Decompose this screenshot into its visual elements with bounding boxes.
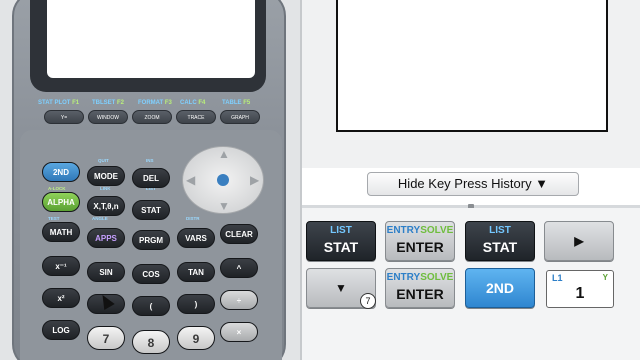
history-key-sub: LIST	[489, 225, 511, 236]
key-xton[interactable]: X,T,θ,n	[87, 196, 125, 216]
display-panel	[302, 0, 640, 168]
hide-key-history-button[interactable]: Hide Key Press History ▼	[367, 172, 579, 196]
arrow-down-icon[interactable]: ▼	[218, 200, 230, 212]
calculator-panel: STAT PLOT F1 TBLSET F2 FORMAT F3 CALC F4…	[0, 0, 300, 360]
key-log[interactable]: LOG	[42, 320, 80, 340]
history-key-sub: ENTRYSOLVE	[386, 225, 454, 236]
key-del[interactable]: DEL	[132, 168, 170, 188]
key-tan[interactable]: TAN	[177, 262, 215, 282]
key-lparen[interactable]: (	[132, 296, 170, 316]
history-key-sub: LIST	[330, 225, 352, 236]
list-column-label: Y	[602, 273, 608, 282]
key-cos[interactable]: COS	[132, 264, 170, 284]
key-apps[interactable]: APPS	[87, 228, 125, 248]
label-alock: A-LOCK	[48, 186, 66, 191]
key-8[interactable]: 8	[132, 330, 170, 354]
label-quit: QUIT	[98, 158, 109, 163]
list-entry-value: 1	[575, 285, 585, 302]
key-zoom[interactable]: ZOOM	[132, 110, 172, 124]
fn-label-stat-plot: STAT PLOT F1	[38, 100, 80, 106]
history-key-main: STAT	[482, 239, 518, 255]
arrow-pad-center	[217, 174, 229, 186]
key-window[interactable]: WINDOW	[88, 110, 128, 124]
history-key-enter-2[interactable]: ENTRYSOLVE ENTER	[385, 268, 455, 308]
history-key-main: STAT	[323, 239, 359, 255]
list-name-label: L1	[552, 273, 563, 283]
history-key-2nd[interactable]: 2ND	[465, 268, 535, 308]
history-key-enter-1[interactable]: ENTRYSOLVE ENTER	[385, 221, 455, 261]
history-key-right[interactable]: ▶	[544, 221, 614, 261]
key-7[interactable]: 7	[87, 326, 125, 350]
key-inverse[interactable]: x⁻¹	[42, 256, 80, 276]
repeat-count-badge: 7	[360, 293, 376, 309]
key-math[interactable]: MATH	[42, 222, 80, 242]
key-clear[interactable]: CLEAR	[220, 224, 258, 244]
app-window: STAT PLOT F1 TBLSET F2 FORMAT F3 CALC F4…	[0, 0, 640, 360]
history-key-stat-1[interactable]: LIST STAT	[306, 221, 376, 261]
fn-label-calc: CALC F4	[180, 100, 206, 106]
label-ins: INS	[146, 158, 154, 163]
arrow-right-icon[interactable]: ▶	[250, 174, 259, 186]
fn-label-format: FORMAT F3	[138, 100, 172, 106]
key-trace[interactable]: TRACE	[176, 110, 216, 124]
key-y-equals[interactable]: Y=	[44, 110, 84, 124]
list-entry-cell[interactable]: L1 Y 1	[546, 270, 614, 308]
key-alpha[interactable]: ALPHA	[42, 192, 80, 212]
key-times[interactable]: ×	[220, 322, 258, 342]
display-screen	[336, 0, 608, 132]
label-test: TEST	[48, 216, 60, 221]
arrow-left-icon[interactable]: ◀	[186, 174, 195, 186]
history-key-main: ENTER	[396, 286, 444, 302]
arrow-up-icon[interactable]: ▲	[218, 148, 230, 160]
key-2nd[interactable]: 2ND	[42, 162, 80, 182]
calculator-screen	[47, 0, 255, 78]
key-rparen[interactable]: )	[177, 294, 215, 314]
key-power[interactable]: ^	[220, 258, 258, 278]
arrow-pad[interactable]: ▲ ▼ ◀ ▶	[182, 146, 264, 214]
label-distr: DISTR	[186, 216, 200, 221]
right-arrow-icon: ▶	[574, 234, 584, 248]
key-divide[interactable]: ÷	[220, 290, 258, 310]
fn-label-table: TABLE F5	[222, 100, 251, 106]
key-stat[interactable]: STAT	[132, 200, 170, 220]
key-square[interactable]: x²	[42, 288, 80, 308]
history-key-main: 2ND	[485, 280, 514, 296]
key-9[interactable]: 9	[177, 326, 215, 350]
key-graph[interactable]: GRAPH	[220, 110, 260, 124]
history-key-stat-2[interactable]: LIST STAT	[465, 221, 535, 261]
key-vars[interactable]: VARS	[177, 228, 215, 248]
fn-label-tblset: TBLSET F2	[92, 100, 125, 106]
key-sin[interactable]: SIN	[87, 262, 125, 282]
key-mode[interactable]: MODE	[87, 166, 125, 186]
history-key-main: ENTER	[396, 239, 444, 255]
key-prgm[interactable]: PRGM	[132, 230, 170, 250]
history-key-sub: ENTRYSOLVE	[386, 272, 454, 283]
